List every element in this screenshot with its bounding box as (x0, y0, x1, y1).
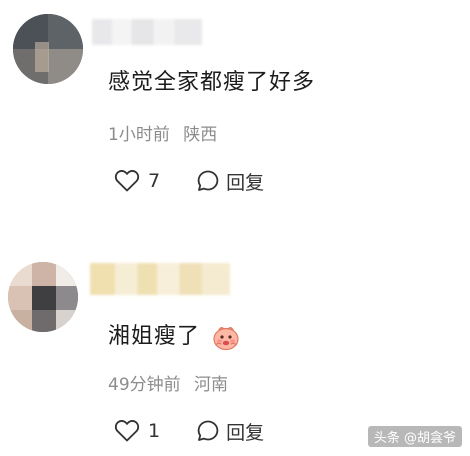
heart-icon (114, 420, 140, 442)
username-blurred[interactable] (92, 19, 202, 45)
comment-location: 河南 (194, 375, 229, 395)
avatar[interactable] (8, 262, 78, 332)
like-button[interactable]: 1 (114, 419, 160, 443)
comment-item: 感觉全家都瘦了好多 1小时前 陕西 7 回复 (0, 0, 470, 228)
heart-icon (114, 170, 140, 192)
like-button[interactable]: 7 (114, 169, 160, 193)
comment-bubble-icon (197, 170, 219, 191)
watermark: 头条 @胡侌爷 (367, 426, 462, 447)
comment-meta: 49分钟前 河南 (108, 370, 228, 395)
comment-text-content: 湘姐瘦了 (108, 324, 201, 349)
reply-button[interactable]: 回复 (196, 168, 264, 195)
reply-label: 回复 (226, 171, 265, 194)
comment-bubble-icon (197, 420, 219, 441)
comment-text: 湘姐瘦了 (108, 318, 240, 351)
comment-actions: 1 回复 (114, 416, 280, 446)
blushing-emoji-icon (213, 327, 239, 351)
reply-button[interactable]: 回复 (196, 418, 264, 445)
comment-meta: 1小时前 陕西 (108, 120, 217, 145)
comment-time: 49分钟前 (108, 375, 181, 395)
like-count: 7 (148, 170, 161, 192)
reply-label: 回复 (226, 421, 265, 444)
comment-text: 感觉全家都瘦了好多 (108, 70, 316, 95)
comment-item: 湘姐瘦了 49分钟前 河南 1 回复 (0, 228, 470, 456)
avatar[interactable] (13, 14, 83, 84)
comment-location: 陕西 (183, 125, 218, 145)
like-count: 1 (148, 420, 161, 442)
username-blurred[interactable] (90, 263, 230, 295)
comment-time: 1小时前 (108, 125, 170, 145)
comment-actions: 7 回复 (114, 166, 280, 196)
